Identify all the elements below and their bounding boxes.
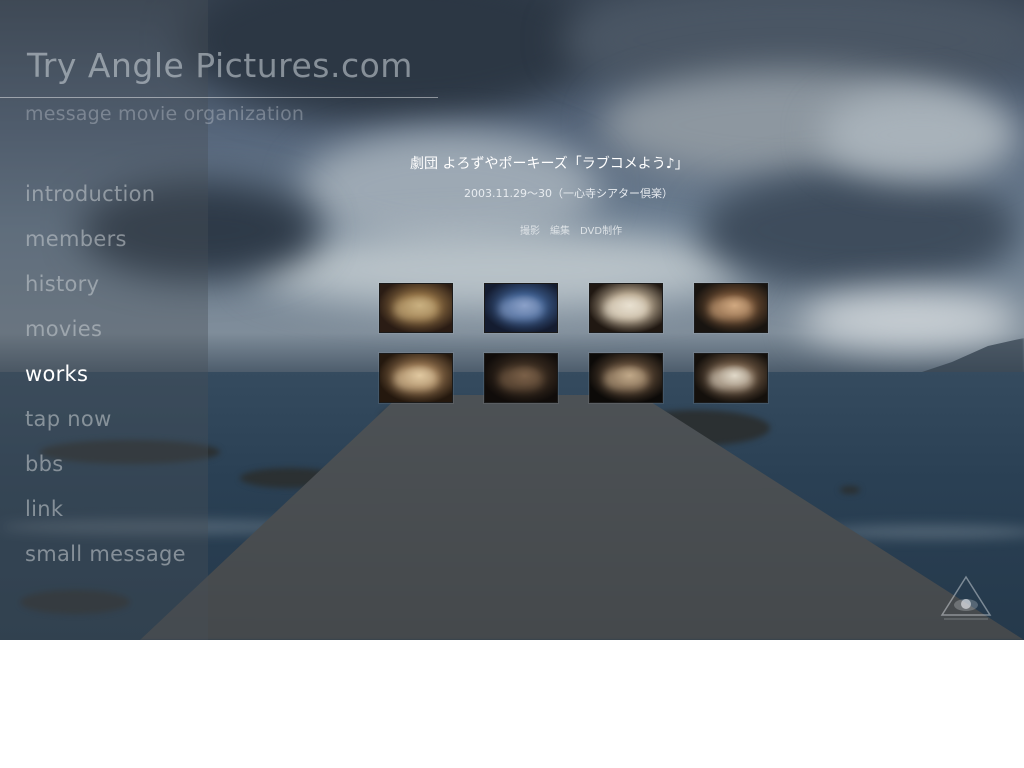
cloud: [700, 170, 1020, 290]
nav-item-members[interactable]: members: [25, 227, 127, 251]
thumbnail-performers-white[interactable]: [589, 283, 663, 333]
thumbnail-dancers[interactable]: [379, 353, 453, 403]
work-title: 劇団 よろずやポーキーズ「ラブコメよう♪」: [410, 156, 689, 172]
thumbnail-highlight: [604, 368, 648, 390]
cloud: [800, 290, 1020, 350]
nav-item-link[interactable]: link: [25, 497, 63, 521]
work-credits: 撮影 編集 DVD制作: [520, 226, 623, 237]
work-date: 2003.11.29～30（一心寺シアター倶楽）: [464, 187, 673, 200]
nav-item-small-message[interactable]: small message: [25, 542, 186, 566]
thumbnail-highlight: [709, 368, 753, 390]
nav-item-history[interactable]: history: [25, 272, 99, 296]
thumbnail-stage-band[interactable]: [379, 283, 453, 333]
thumbnail-highlight: [499, 298, 543, 320]
thumbnail-blue-stage[interactable]: [484, 283, 558, 333]
thumbnail-table-group[interactable]: [694, 353, 768, 403]
rock: [840, 486, 860, 494]
nav-item-works[interactable]: works: [25, 362, 88, 386]
title-divider: [0, 97, 438, 98]
site-tagline: message movie organization: [25, 103, 305, 125]
thumbnail-highlight: [394, 298, 438, 320]
thumbnail-highlight: [709, 298, 753, 320]
nav-item-movies[interactable]: movies: [25, 317, 102, 341]
thumbnail-spotlight[interactable]: [589, 353, 663, 403]
nav-item-introduction[interactable]: introduction: [25, 182, 155, 206]
nav-item-bbs[interactable]: bbs: [25, 452, 64, 476]
thumbnail-highlight: [499, 368, 543, 390]
thumbnail-dark-stage[interactable]: [484, 353, 558, 403]
cloud: [820, 90, 1020, 180]
thumbnail-singer-arms-up[interactable]: [694, 283, 768, 333]
thumbnail-highlight: [604, 298, 648, 320]
triangle-eye-icon[interactable]: [940, 575, 992, 621]
nav-item-tap-now[interactable]: tap now: [25, 407, 112, 431]
site-title[interactable]: Try Angle Pictures.com: [27, 46, 413, 85]
thumbnail-highlight: [394, 368, 438, 390]
